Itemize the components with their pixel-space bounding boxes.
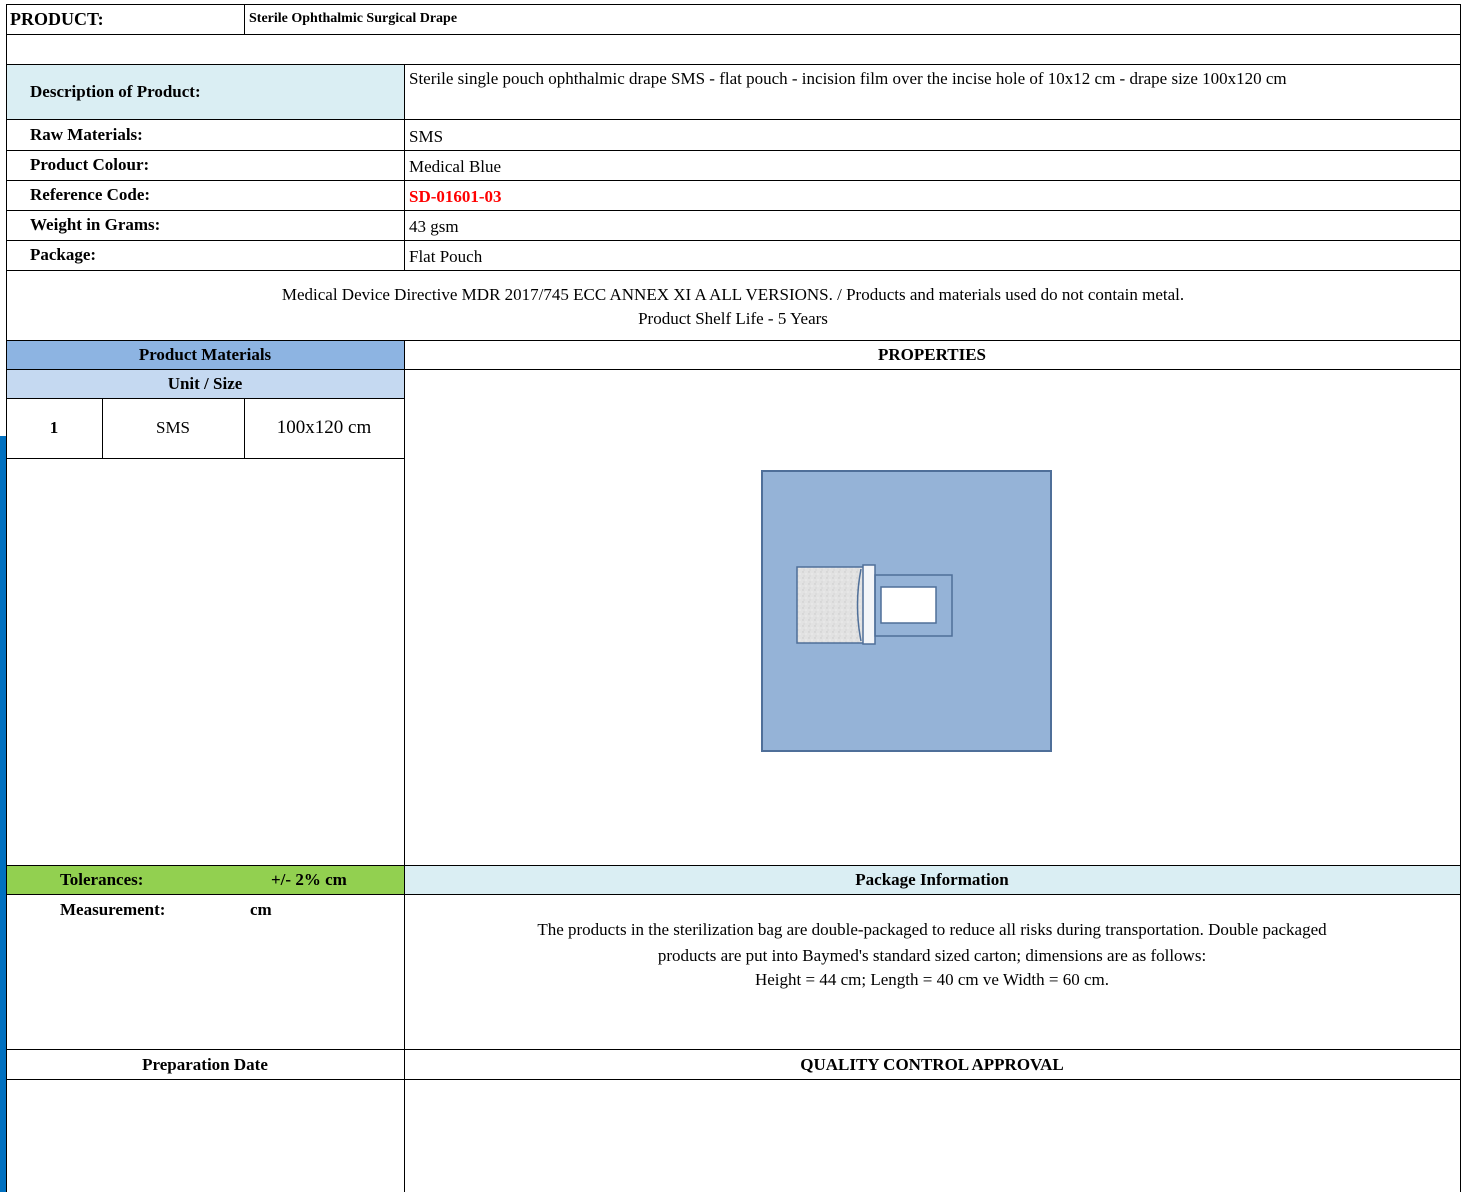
tolerances-value: +/- 2% cm bbox=[271, 870, 347, 889]
material-row-size: 100x120 cm bbox=[276, 417, 372, 438]
shelf-life: Product Shelf Life - 5 Years bbox=[638, 309, 828, 328]
description-label: Description of Product: bbox=[30, 81, 201, 101]
package-info-line-3: Height = 44 cm; Length = 40 cm ve Width … bbox=[754, 970, 1109, 989]
weight-label: Weight in Grams: bbox=[30, 215, 161, 234]
incise-hole bbox=[880, 586, 937, 624]
measurement-value: cm bbox=[250, 900, 272, 919]
pouch-strip bbox=[862, 564, 876, 645]
product-materials-title: Product Materials bbox=[138, 344, 272, 364]
preparation-date-field[interactable] bbox=[7, 1080, 404, 1192]
package-info-title: Package Information bbox=[855, 870, 1009, 889]
product-colour-value: Medical Blue bbox=[409, 157, 502, 176]
reference-code-label: Reference Code: bbox=[30, 185, 151, 204]
material-row-number: 1 bbox=[49, 418, 59, 437]
directive-line-1: Medical Device Directive MDR 2017/745 EC… bbox=[281, 285, 1185, 304]
reference-code-value: SD-01601-03 bbox=[409, 187, 502, 206]
unit-size-header: Unit / Size bbox=[167, 373, 243, 393]
quality-control-field[interactable] bbox=[405, 1080, 1460, 1192]
raw-materials-value: SMS bbox=[409, 126, 444, 146]
tolerances-label: Tolerances: bbox=[60, 870, 144, 889]
preparation-date-label: Preparation Date bbox=[142, 1054, 268, 1074]
package-label: Package: bbox=[30, 245, 97, 264]
product-label: PRODUCT: bbox=[10, 8, 104, 29]
quality-control-label: QUALITY CONTROL APPROVAL bbox=[800, 1054, 1064, 1074]
product-name: Sterile Ophthalmic Surgical Drape bbox=[249, 11, 458, 26]
weight-value: 43 gsm bbox=[409, 217, 459, 236]
material-row-material: SMS bbox=[155, 418, 191, 437]
pouch-pad bbox=[796, 566, 867, 644]
properties-title: PROPERTIES bbox=[877, 344, 987, 364]
package-info-line-1: The products in the sterilization bag ar… bbox=[537, 920, 1327, 939]
package-value: Flat Pouch bbox=[409, 247, 483, 266]
measurement-label: Measurement: bbox=[60, 900, 166, 919]
package-info-line-2: products are put into Baymed's standard … bbox=[657, 946, 1207, 965]
raw-materials-label: Raw Materials: bbox=[30, 124, 143, 144]
drape-illustration bbox=[761, 470, 1052, 752]
product-colour-label: Product Colour: bbox=[30, 155, 150, 174]
description-value: Sterile single pouch ophthalmic drape SM… bbox=[409, 69, 1287, 88]
